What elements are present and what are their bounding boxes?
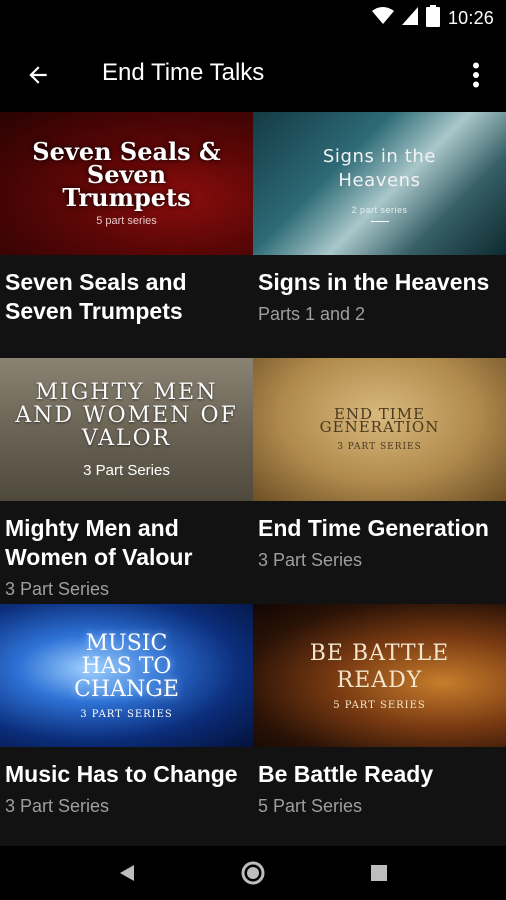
thumbnail-divider — [370, 221, 389, 222]
series-thumbnail: Seven Seals & Seven Trumpets 5 part seri… — [0, 112, 253, 255]
back-button[interactable] — [20, 57, 56, 93]
thumbnail-subtitle: 2 part series — [351, 205, 408, 215]
series-thumbnail: Signs in the Heavens 2 part series — [253, 112, 506, 255]
series-grid: Seven Seals & Seven Trumpets 5 part seri… — [0, 112, 506, 846]
series-title: End Time Generation — [258, 515, 489, 541]
series-card[interactable]: BE BATTLE READY 5 PART SERIES Be Battle … — [253, 604, 506, 850]
thumbnail-subtitle: 3 PART SERIES — [337, 441, 422, 452]
series-card[interactable]: MIGHTY MEN AND WOMEN OF VALOR 3 Part Ser… — [0, 358, 253, 604]
app-bar: End Time Talks — [0, 37, 506, 112]
back-triangle-icon — [120, 865, 134, 881]
series-thumbnail: BE BATTLE READY 5 PART SERIES — [253, 604, 506, 747]
status-bar: 10:26 — [0, 0, 506, 37]
nav-recents-button[interactable] — [362, 856, 396, 890]
recents-square-icon — [371, 865, 387, 881]
thumbnail-subtitle: 5 PART SERIES — [333, 700, 426, 711]
series-card[interactable]: END TIME GENERATION 3 PART SERIES End Ti… — [253, 358, 506, 604]
thumbnail-title: MIGHTY MEN AND WOMEN OF VALOR — [15, 379, 238, 451]
series-title: Seven Seals and Seven Trumpets — [5, 269, 187, 324]
nav-home-button[interactable] — [236, 856, 270, 890]
series-subtitle: 3 Part Series — [5, 579, 110, 599]
thumbnail-subtitle: 3 PART SERIES — [80, 708, 173, 720]
system-nav-bar — [0, 846, 506, 900]
series-subtitle: 3 Part Series — [5, 796, 110, 816]
series-card[interactable]: MUSIC HAS TO CHANGE 3 PART SERIES Music … — [0, 604, 253, 850]
thumbnail-title: END TIME GENERATION — [319, 404, 440, 436]
series-card[interactable]: Seven Seals & Seven Trumpets 5 part seri… — [0, 112, 253, 358]
series-thumbnail: MIGHTY MEN AND WOMEN OF VALOR 3 Part Ser… — [0, 358, 253, 501]
series-thumbnail: END TIME GENERATION 3 PART SERIES — [253, 358, 506, 501]
status-time: 10:26 — [447, 7, 494, 28]
cell-signal-icon — [401, 6, 418, 30]
thumbnail-title: Seven Seals & Seven Trumpets — [32, 137, 221, 212]
series-subtitle: 3 Part Series — [258, 550, 363, 570]
overflow-menu-button[interactable] — [462, 57, 490, 93]
series-thumbnail: MUSIC HAS TO CHANGE 3 PART SERIES — [0, 604, 253, 747]
thumbnail-subtitle: 3 Part Series — [83, 461, 170, 479]
nav-back-button[interactable] — [110, 856, 144, 890]
page-title: End Time Talks — [102, 59, 265, 86]
thumbnail-title: Signs in the Heavens — [322, 146, 437, 191]
series-subtitle: Parts 1 and 2 — [258, 304, 366, 324]
home-circle-icon — [241, 861, 265, 885]
series-subtitle: 5 Part Series — [258, 796, 363, 816]
series-title: Music Has to Change — [5, 761, 238, 787]
status-icons: 10:26 — [371, 4, 494, 32]
series-card[interactable]: Signs in the Heavens 2 part series Signs… — [253, 112, 506, 358]
thumbnail-title: MUSIC HAS TO CHANGE — [74, 630, 179, 702]
arrow-back-icon — [29, 66, 47, 84]
battery-icon — [425, 4, 440, 32]
thumbnail-title: BE BATTLE READY — [309, 641, 450, 693]
more-vertical-icon — [473, 62, 479, 88]
series-title: Be Battle Ready — [258, 761, 434, 787]
series-title: Mighty Men and Women of Valour — [5, 515, 193, 570]
series-title: Signs in the Heavens — [258, 269, 490, 295]
thumbnail-subtitle: 5 part series — [96, 215, 157, 227]
wifi-icon — [371, 6, 394, 30]
